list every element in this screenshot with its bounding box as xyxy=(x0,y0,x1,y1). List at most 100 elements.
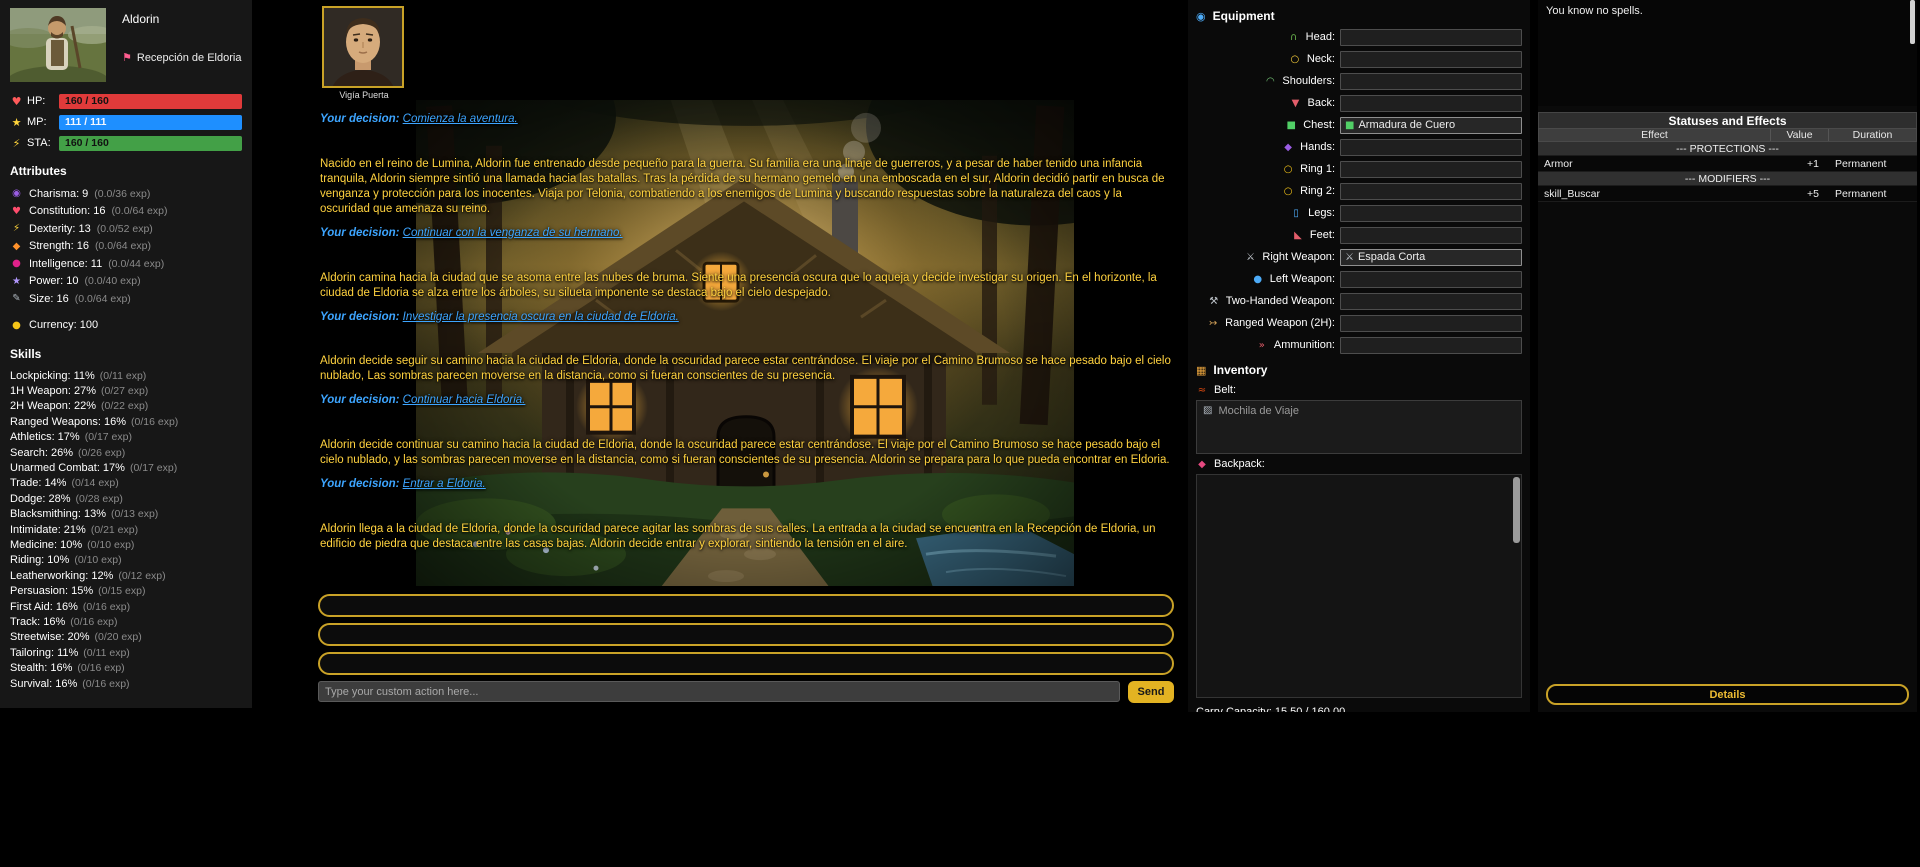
equipment-slot-field[interactable] xyxy=(1340,315,1522,332)
stat-bar: 111 / 111 xyxy=(59,115,242,130)
skill-exp: (0/12 exp) xyxy=(118,570,165,582)
skill-row: Track: 16% (0/16 exp) xyxy=(10,614,242,629)
attribute-row: ✎ Size: 16 (0.0/64 exp) xyxy=(10,290,242,308)
carry-capacity-row: Carry Capacity: 15.50 / 160.00 kg xyxy=(1196,706,1522,712)
action-choice-button[interactable] xyxy=(318,623,1174,646)
action-choice-button[interactable] xyxy=(318,594,1174,617)
skill-row: Athletics: 17% (0/17 exp) xyxy=(10,430,242,445)
skill-row: First Aid: 16% (0/16 exp) xyxy=(10,599,242,614)
spells-scrollbar[interactable] xyxy=(1910,0,1915,44)
duration-column-header: Duration xyxy=(1828,129,1916,141)
details-button[interactable]: Details xyxy=(1546,684,1909,705)
equipment-slots: ∩ Head: ○ Neck: ◠ Shoulders: xyxy=(1196,26,1522,356)
attribute-row: ● Intelligence: 11 (0.0/44 exp) xyxy=(10,255,242,273)
story-log[interactable]: Your decision: Comienza la aventura. Nac… xyxy=(312,100,1180,586)
equipment-slot-label: Ammunition: xyxy=(1274,339,1335,351)
send-button[interactable]: Send xyxy=(1128,681,1174,703)
equipment-slot-field[interactable] xyxy=(1340,183,1522,200)
story-entry: Your decision: Continuar con la venganza… xyxy=(320,226,1172,241)
story-entry-text: Entrar a Eldoria. xyxy=(403,478,486,490)
skill-row: Streetwise: 20% (0/20 exp) xyxy=(10,630,242,645)
equipment-slot-field[interactable] xyxy=(1340,271,1522,288)
skill-label: Trade: 14% xyxy=(10,477,66,489)
story-content: Your decision: Comienza la aventura. Nac… xyxy=(312,100,1180,586)
story-entry-text: Aldorin decide seguir su camino hacia la… xyxy=(320,355,1171,382)
currency-row: ● Currency: 100 xyxy=(10,317,242,335)
character-meta: Aldorin ⚑ Recepción de Eldoria xyxy=(122,8,241,82)
equipment-slot-icon: ∩ xyxy=(1287,32,1301,43)
equipment-slot-field[interactable] xyxy=(1340,205,1522,222)
equipment-slot-field[interactable] xyxy=(1340,337,1522,354)
status-value: +1 xyxy=(1771,158,1829,170)
story-entry-text: Continuar hacia Eldoria. xyxy=(403,394,526,406)
equipment-slot-label: Back: xyxy=(1307,97,1335,109)
skill-row: Dodge: 28% (0/28 exp) xyxy=(10,491,242,506)
equipment-orb-icon: ◉ xyxy=(1196,10,1206,23)
attribute-label: Charisma: 9 xyxy=(29,188,88,200)
story-entry-text: Comienza la aventura. xyxy=(403,113,518,125)
skill-label: Tailoring: 11% xyxy=(10,647,78,659)
equipment-slot-label: Hands: xyxy=(1300,141,1335,153)
equipment-slot-field[interactable] xyxy=(1340,293,1522,310)
decision-prefix: Your decision: xyxy=(320,227,403,239)
equipment-slot-field[interactable]: ■ Armadura de Cuero xyxy=(1340,117,1522,134)
attribute-label: Dexterity: 13 xyxy=(29,223,91,235)
effect-column-header: Effect xyxy=(1539,129,1770,141)
stat-icon: ⚡ xyxy=(10,137,23,150)
skill-exp: (0/22 exp) xyxy=(101,400,148,412)
backpack-row: ◆ Backpack: xyxy=(1196,456,1522,472)
action-choice-button[interactable] xyxy=(318,652,1174,675)
location-pin-icon: ⚑ xyxy=(122,51,132,64)
equipment-slot-field[interactable] xyxy=(1340,139,1522,156)
skill-exp: (0/11 exp) xyxy=(83,647,130,659)
skill-exp: (0/16 exp) xyxy=(83,601,130,613)
character-header: Aldorin ⚑ Recepción de Eldoria xyxy=(10,8,242,82)
status-value: +5 xyxy=(1771,188,1829,200)
skill-row: Tailoring: 11% (0/11 exp) xyxy=(10,645,242,660)
skill-exp: (0/17 exp) xyxy=(130,462,177,474)
skill-label: Survival: 16% xyxy=(10,678,77,690)
equipment-slot-field[interactable] xyxy=(1340,73,1522,90)
backpack-icon: ◆ xyxy=(1196,459,1208,470)
equipment-slot-row: ⚒ Two-Handed Weapon: xyxy=(1196,290,1522,312)
attribute-label: Size: 16 xyxy=(29,293,69,305)
character-location-row: ⚑ Recepción de Eldoria xyxy=(122,51,241,64)
skill-row: Leatherworking: 12% (0/12 exp) xyxy=(10,568,242,583)
no-spells-text: You know no spells. xyxy=(1546,5,1643,17)
item-name: Espada Corta xyxy=(1358,251,1425,263)
equipment-slot-field[interactable] xyxy=(1340,51,1522,68)
equipment-slot-label: Feet: xyxy=(1310,229,1335,241)
skill-row: Survival: 16% (0/16 exp) xyxy=(10,676,242,691)
equipment-slot-field[interactable] xyxy=(1340,227,1522,244)
skill-label: Intimidate: 21% xyxy=(10,524,86,536)
equipment-slot-row: ↣ Ranged Weapon (2H): xyxy=(1196,312,1522,334)
equipment-slot-label: Left Weapon: xyxy=(1270,273,1335,285)
custom-action-input[interactable] xyxy=(318,681,1120,702)
spells-area[interactable]: You know no spells. xyxy=(1538,0,1917,106)
skill-exp: (0/16 exp) xyxy=(77,662,124,674)
attribute-label: Power: 10 xyxy=(29,275,79,287)
stat-label: STA: xyxy=(27,137,55,149)
equipment-slot-field[interactable] xyxy=(1340,29,1522,46)
equipment-slot-field[interactable] xyxy=(1340,161,1522,178)
belt-container[interactable]: ▨ Mochila de Viaje xyxy=(1196,400,1522,454)
equipment-slot-field[interactable]: ⚔ Espada Corta xyxy=(1340,249,1522,266)
npc-name: Vigía Puerta xyxy=(322,90,406,100)
attribute-icon: ◉ xyxy=(10,188,23,199)
story-entry: Your decision: Entrar a Eldoria. xyxy=(320,477,1172,492)
skill-exp: (0/16 exp) xyxy=(70,616,117,628)
custom-action-row: Send xyxy=(318,681,1174,703)
story-entry: Aldorin camina hacia la ciudad que se as… xyxy=(320,271,1172,301)
equipment-slot-field[interactable] xyxy=(1340,95,1522,112)
backpack-container[interactable] xyxy=(1196,474,1522,698)
equipment-slot-label: Shoulders: xyxy=(1282,75,1335,87)
skill-row: Blacksmithing: 13% (0/13 exp) xyxy=(10,507,242,522)
decision-prefix: Your decision: xyxy=(320,394,403,406)
belt-item-icon: ▨ xyxy=(1203,405,1212,416)
backpack-scrollbar[interactable] xyxy=(1513,477,1520,543)
stat-bar-row: ⚡ STA: 160 / 160 xyxy=(10,135,242,151)
equipment-slot-row: ◣ Feet: xyxy=(1196,224,1522,246)
item-name: Armadura de Cuero xyxy=(1358,119,1455,131)
stat-label: MP: xyxy=(27,116,55,128)
equipment-slot-icon: ↣ xyxy=(1206,318,1220,329)
